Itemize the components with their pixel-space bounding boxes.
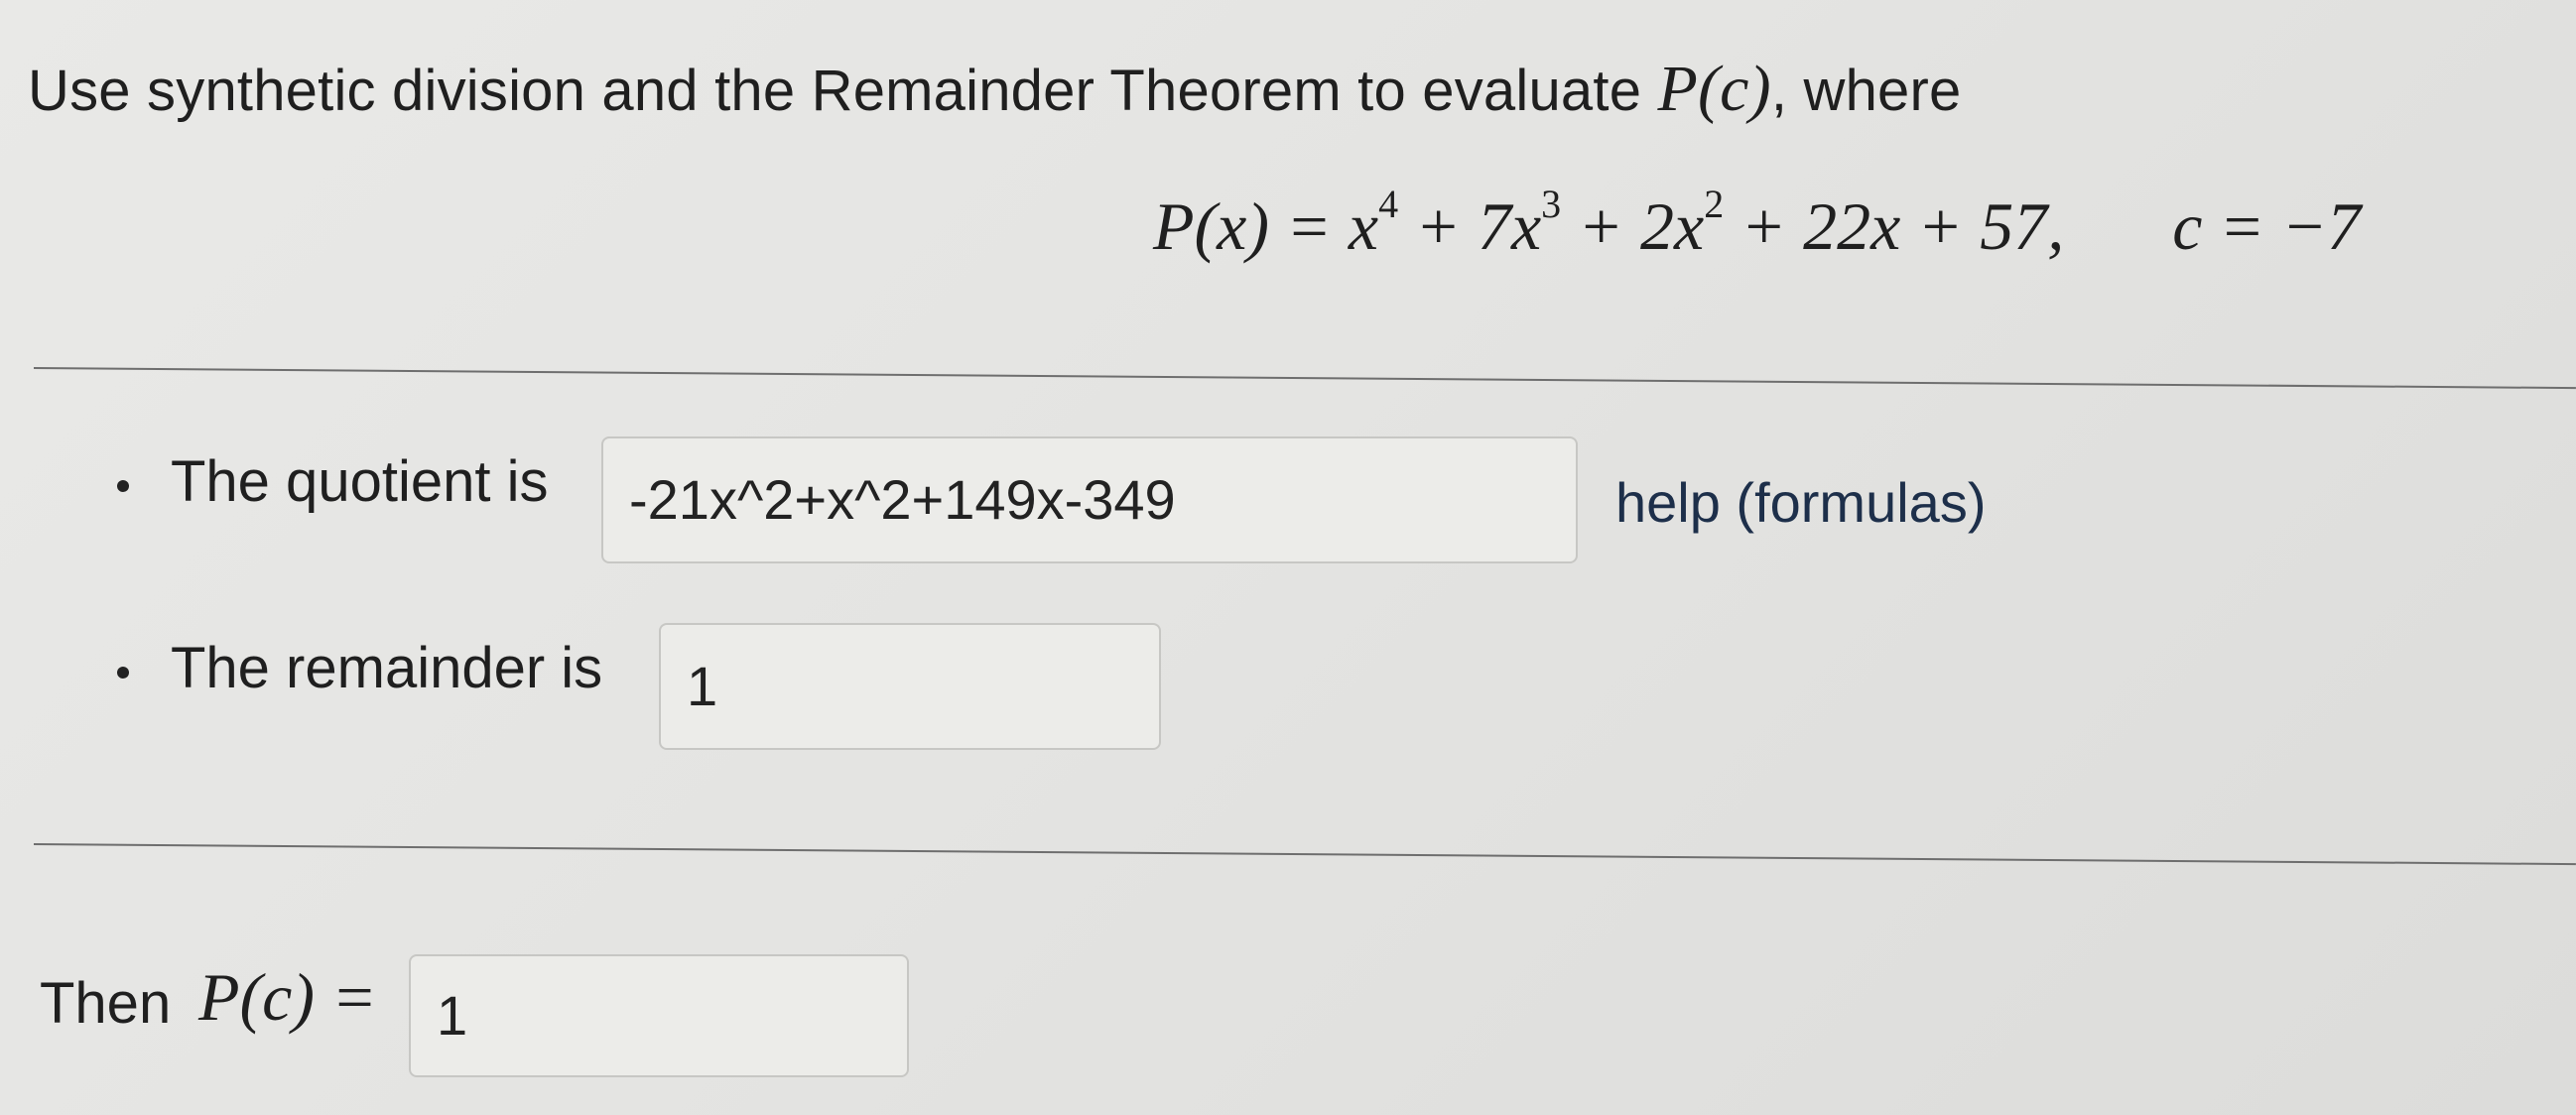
equation-lhs: P(x) = x	[1153, 188, 1379, 264]
bullet-quotient	[117, 480, 129, 492]
exponent-2: 2	[1704, 182, 1725, 226]
c-value: c = −7	[2172, 188, 2362, 264]
divider-bottom	[33, 843, 2576, 866]
question-text: Use synthetic division and the Remainder…	[28, 52, 1961, 127]
equation-term-2: + 2x	[1561, 188, 1705, 264]
exponent-3: 3	[1541, 182, 1562, 226]
question-prefix: Use synthetic division and the Remainder…	[28, 59, 1642, 123]
result-pc-math: P(c) =	[198, 958, 377, 1037]
question-suffix: , where	[1770, 59, 1962, 123]
exponent-4: 4	[1378, 182, 1399, 226]
quotient-label: The quotient is	[171, 449, 549, 514]
quotient-input[interactable]: -21x^2+x^2+149x-349	[601, 436, 1578, 563]
help-formulas-link[interactable]: help (formulas)	[1615, 470, 1986, 535]
question-pc-math: P(c)	[1657, 53, 1771, 125]
then-label: Then	[40, 971, 172, 1036]
divider-top	[33, 367, 2576, 390]
equation-term-3: + 22x + 57,	[1724, 188, 2065, 264]
polynomial-equation: P(x) = x4 + 7x3 + 2x2 + 22x + 57, c = −7	[1153, 181, 2361, 266]
remainder-label: The remainder is	[171, 636, 603, 700]
remainder-input[interactable]: 1	[659, 623, 1161, 750]
result-func: P(c) =	[198, 959, 377, 1035]
result-input[interactable]: 1	[409, 954, 909, 1077]
bullet-remainder	[117, 667, 129, 679]
equation-term-1: + 7x	[1398, 188, 1542, 264]
